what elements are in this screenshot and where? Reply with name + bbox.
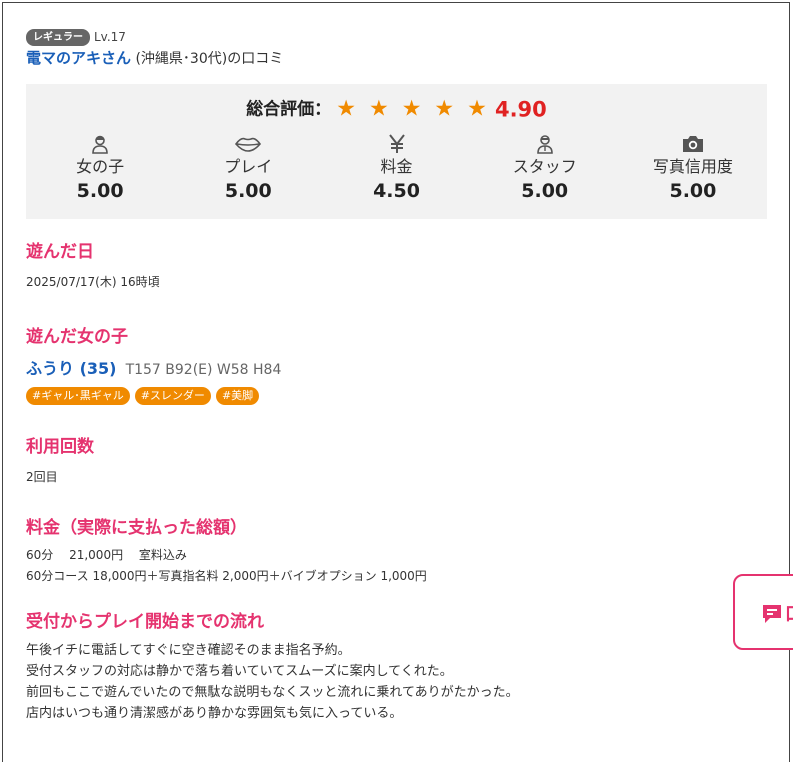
person-icon <box>26 132 174 156</box>
girl-tags: #ギャル･黒ギャル #スレンダー #美脚 <box>26 387 767 405</box>
section-title: 遊んだ女の子 <box>26 327 128 347</box>
category-photo-trust: 写真信用度 5.00 <box>619 132 767 204</box>
flow-line: 受付スタッフの対応は静かで落ち着いていてスムーズに案内してくれた。 <box>26 664 453 679</box>
rating-stars: ★ ★ ★ ★ ★ <box>336 96 490 122</box>
floating-comment-button[interactable]: 口 <box>733 574 793 650</box>
visit-date: 2025/07/17(木) 16時頃 <box>26 275 160 289</box>
category-value: 4.50 <box>373 180 420 202</box>
section-title: 利用回数 <box>26 437 94 457</box>
overall-label: 総合評価： <box>246 99 332 120</box>
flow-body: 午後イチに電話してすぐに空き確認そのまま指名予約。 受付スタッフの対応は静かで落… <box>26 640 767 724</box>
score-box: 総合評価： ★ ★ ★ ★ ★ 4.90 女の子 5.00 プレイ 5.00 料… <box>26 84 767 219</box>
camera-icon <box>619 132 767 156</box>
girl-line: ふうり (35) T157 B92(E) W58 H84 <box>26 358 767 381</box>
visit-date-section: 遊んだ日 2025/07/17(木) 16時頃 <box>26 241 767 293</box>
flow-line: 店内はいつも通り清潔感があり静かな雰囲気も気に入っている。 <box>26 706 403 721</box>
usage-section: 利用回数 2回目 <box>26 436 767 488</box>
girl-measurements: T157 B92(E) W58 H84 <box>125 362 282 378</box>
category-label: スタッフ <box>512 157 577 176</box>
category-value: 5.00 <box>76 180 124 202</box>
price-breakdown: 60分コース 18,000円＋写真指名料 2,000円＋バイブオプション 1,0… <box>26 569 427 583</box>
lips-icon <box>174 132 322 156</box>
price-total: 60分 21,000円 室料込み <box>26 548 187 562</box>
category-label: 女の子 <box>76 157 125 176</box>
category-play: プレイ 5.00 <box>174 132 322 204</box>
category-price: 料金 4.50 <box>322 132 470 204</box>
section-title: 遊んだ日 <box>26 242 94 262</box>
category-label: 写真信用度 <box>652 157 733 176</box>
usage-count: 2回目 <box>26 470 58 484</box>
tag-badge[interactable]: #スレンダー <box>134 387 211 405</box>
category-label: プレイ <box>224 157 273 176</box>
reviewer-rank: レギュラー Lv.17 <box>26 28 767 46</box>
section-title: 料金（実際に支払った総額） <box>26 518 247 538</box>
tag-badge[interactable]: #ギャル･黒ギャル <box>26 387 130 405</box>
girl-section: 遊んだ女の子 ふうり (35) T157 B92(E) W58 H84 #ギャル… <box>26 326 767 405</box>
tag-badge[interactable]: #美脚 <box>215 387 260 405</box>
rank-badge: レギュラー <box>26 28 90 46</box>
floating-button-label: 口 <box>785 600 793 626</box>
review-content: レギュラー Lv.17 電マのアキさん (沖縄県･30代)の口コミ 総合評価： … <box>26 28 767 724</box>
flow-line: 前回もここで遊んでいたので無駄な説明もなくスッと流れに乗れてありがたかった。 <box>26 685 519 700</box>
category-value: 5.00 <box>669 180 717 202</box>
category-value: 5.00 <box>224 180 272 202</box>
reviewer-name-link[interactable]: 電マのアキさん <box>26 49 131 67</box>
reviewer-level: Lv.17 <box>94 30 126 44</box>
section-title: 受付からプレイ開始までの流れ <box>26 612 264 632</box>
reviewer-meta: (沖縄県･30代)の口コミ <box>135 51 284 67</box>
overall-rating: 総合評価： ★ ★ ★ ★ ★ 4.90 <box>26 94 767 124</box>
yen-icon <box>322 132 470 156</box>
girl-name-link[interactable]: ふうり (35) <box>26 359 116 378</box>
category-staff: スタッフ 5.00 <box>471 132 619 204</box>
price-section: 料金（実際に支払った総額） 60分 21,000円 室料込み 60分コース 18… <box>26 517 767 587</box>
flow-line: 午後イチに電話してすぐに空き確認そのまま指名予約。 <box>26 643 351 658</box>
category-girl: 女の子 5.00 <box>26 132 174 204</box>
overall-value: 4.90 <box>494 97 547 122</box>
staff-icon <box>471 132 619 156</box>
reviewer-line: 電マのアキさん (沖縄県･30代)の口コミ <box>26 48 767 69</box>
category-value: 5.00 <box>521 180 569 202</box>
comment-icon <box>761 603 783 629</box>
category-scores: 女の子 5.00 プレイ 5.00 料金 4.50 スタッフ 5.00 写真信用… <box>26 132 767 204</box>
flow-section: 受付からプレイ開始までの流れ 午後イチに電話してすぐに空き確認そのまま指名予約。… <box>26 611 767 724</box>
category-label: 料金 <box>380 157 413 176</box>
